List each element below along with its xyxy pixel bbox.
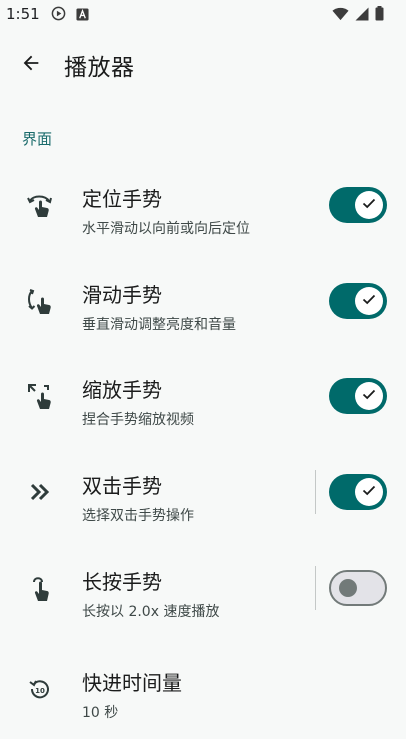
status-time: 1:51 [6, 5, 40, 23]
swipe-gesture-switch[interactable] [329, 283, 387, 319]
status-left-icons [51, 6, 89, 25]
check-icon [361, 482, 377, 502]
setting-title: 定位手势 [82, 187, 162, 211]
switch-thumb [355, 382, 383, 410]
setting-subtitle: 长按以 2.0x 速度播放 [82, 604, 220, 620]
swipe-horizontal-icon [24, 189, 56, 221]
status-bar: 1:51 [0, 0, 406, 28]
check-icon [361, 291, 377, 311]
app-bar: 播放器 [0, 36, 406, 92]
setting-seek-increment[interactable]: 10 快进时间量 10 秒 [0, 651, 406, 739]
play-circle-icon [51, 6, 66, 25]
replay-10-icon: 10 [24, 673, 56, 705]
back-button[interactable] [14, 48, 48, 82]
setting-title: 快进时间量 [82, 671, 182, 695]
setting-title: 长按手势 [82, 570, 162, 594]
setting-swipe-gesture[interactable]: 滑动手势 垂直滑动调整亮度和音量 [0, 263, 406, 351]
setting-subtitle: 捏合手势缩放视频 [82, 412, 194, 428]
setting-title: 双击手势 [82, 474, 162, 498]
switch-thumb [355, 287, 383, 315]
text-badge-icon [76, 6, 89, 25]
switch-thumb [355, 478, 383, 506]
check-icon [361, 195, 377, 215]
divider [315, 566, 316, 610]
wifi-icon [332, 6, 349, 25]
setting-long-press-gesture[interactable]: 长按手势 长按以 2.0x 速度播放 [0, 550, 406, 638]
setting-seek-gesture[interactable]: 定位手势 水平滑动以向前或向后定位 [0, 167, 406, 255]
setting-title: 滑动手势 [82, 283, 162, 307]
double-chevron-icon [24, 476, 56, 508]
page-title: 播放器 [64, 55, 135, 81]
divider [315, 470, 316, 514]
battery-icon [375, 6, 384, 25]
check-icon [361, 386, 377, 406]
switch-thumb [339, 579, 357, 597]
setting-subtitle: 选择双击手势操作 [82, 508, 194, 524]
setting-subtitle: 水平滑动以向前或向后定位 [82, 221, 250, 237]
setting-zoom-gesture[interactable]: 缩放手势 捏合手势缩放视频 [0, 358, 406, 446]
seek-gesture-switch[interactable] [329, 187, 387, 223]
long-press-gesture-switch[interactable] [329, 570, 387, 606]
zoom-gesture-switch[interactable] [329, 378, 387, 414]
pinch-icon [24, 380, 56, 412]
switch-thumb [355, 191, 383, 219]
setting-subtitle: 垂直滑动调整亮度和音量 [82, 317, 236, 333]
setting-subtitle: 10 秒 [82, 705, 119, 721]
setting-double-tap-gesture[interactable]: 双击手势 选择双击手势操作 [0, 454, 406, 542]
arrow-back-icon [20, 52, 42, 78]
swipe-vertical-icon [24, 285, 56, 317]
status-right-icons [332, 6, 384, 25]
touch-hold-icon [24, 572, 56, 604]
svg-text:10: 10 [35, 687, 45, 695]
double-tap-gesture-switch[interactable] [329, 474, 387, 510]
section-header: 界面 [22, 130, 53, 148]
setting-title: 缩放手势 [82, 378, 162, 402]
signal-icon [355, 6, 369, 25]
